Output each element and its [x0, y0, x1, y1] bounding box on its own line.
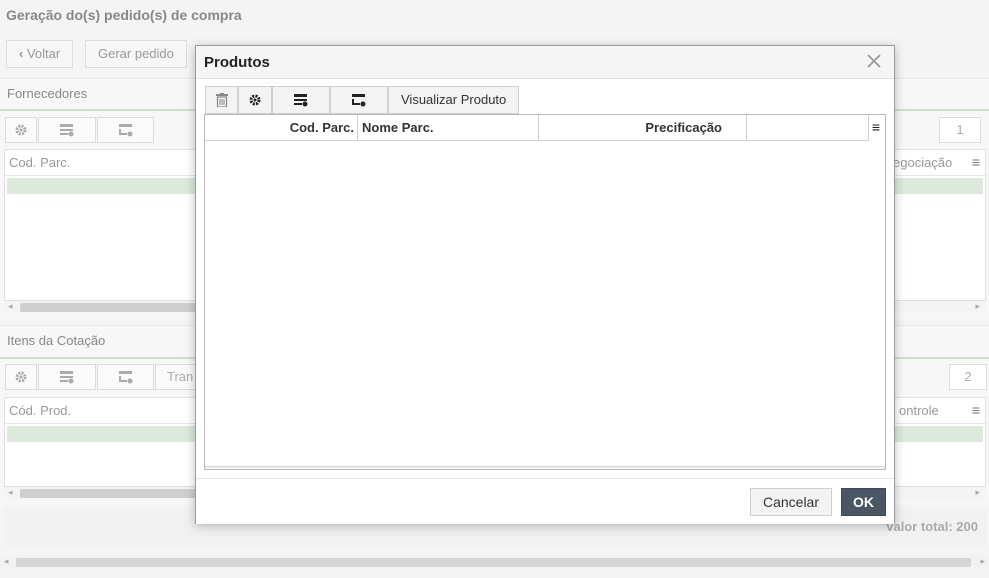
total-value: Valor total: 200	[885, 519, 978, 534]
close-icon	[867, 54, 881, 68]
table-config-icon	[60, 124, 74, 137]
settings-button[interactable]	[238, 86, 272, 114]
close-button[interactable]	[864, 51, 884, 71]
hamburger-menu-icon[interactable]: ≡	[967, 151, 985, 175]
generate-order-button[interactable]: Gerar pedido	[85, 40, 187, 68]
settings-button[interactable]	[5, 364, 37, 390]
table-remove-icon	[118, 371, 132, 384]
back-button-label: Voltar	[26, 46, 61, 61]
suppliers-section-title: Fornecedores	[7, 86, 88, 101]
scroll-left-icon[interactable]: ◂	[8, 301, 13, 312]
delete-button[interactable]	[205, 86, 238, 114]
filter-config-button[interactable]	[97, 364, 154, 390]
table-remove-icon	[118, 124, 132, 137]
dialog-header: Produtos	[196, 46, 894, 79]
view-product-button[interactable]: Visualizar Produto	[388, 86, 520, 114]
products-grid-header: Cod. Parc. Nome Parc. Precificação	[205, 115, 869, 141]
scroll-thumb[interactable]	[16, 558, 971, 567]
page-scrollbar[interactable]: ◂ ▸	[0, 555, 989, 569]
table-remove-icon	[352, 94, 366, 107]
hamburger-menu-icon[interactable]: ≡	[867, 115, 885, 140]
suppliers-page-number[interactable]: 1	[939, 117, 981, 143]
column-config-button[interactable]	[38, 117, 96, 143]
items-page-number[interactable]: 2	[949, 364, 987, 390]
dialog-title: Produtos	[204, 54, 270, 71]
settings-button[interactable]	[5, 117, 37, 143]
col-controle: ontrole	[899, 403, 939, 418]
dialog-footer: Cancelar OK	[196, 478, 894, 524]
gear-icon	[15, 371, 27, 383]
products-dialog: Produtos Visualizar Produto Cod. Parc. N…	[195, 45, 895, 524]
gear-icon	[249, 94, 261, 106]
scroll-right-icon[interactable]: ▸	[975, 487, 980, 498]
grid-footer	[205, 466, 885, 469]
scroll-thumb[interactable]	[20, 303, 200, 312]
col-negociacao: egociação	[893, 155, 953, 170]
column-config-button[interactable]	[272, 86, 330, 114]
filter-config-button[interactable]	[330, 86, 388, 114]
col-cod-prod: Cód. Prod.	[9, 403, 72, 418]
col-nome-parc[interactable]: Nome Parc.	[358, 115, 539, 140]
cancel-button[interactable]: Cancelar	[749, 488, 832, 516]
trash-icon	[215, 93, 228, 107]
filter-config-button[interactable]	[97, 117, 154, 143]
hamburger-menu-icon[interactable]: ≡	[967, 399, 985, 423]
scroll-right-icon[interactable]: ▸	[980, 556, 985, 567]
scroll-left-icon[interactable]: ◂	[8, 487, 13, 498]
table-config-icon	[60, 371, 74, 384]
scroll-left-icon[interactable]: ◂	[4, 556, 9, 567]
col-precificacao[interactable]: Precificação	[539, 115, 747, 140]
ok-button[interactable]: OK	[841, 488, 886, 516]
chevron-left-icon: ‹	[19, 46, 24, 61]
products-grid: Cod. Parc. Nome Parc. Precificação ≡	[204, 114, 886, 470]
gear-icon	[15, 124, 27, 136]
col-cod-parc: Cod. Parc.	[9, 155, 71, 170]
scroll-thumb[interactable]	[20, 489, 200, 498]
scroll-right-icon[interactable]: ▸	[975, 301, 980, 312]
page-title: Geração do(s) pedido(s) de compra	[6, 7, 242, 23]
back-button[interactable]: ‹ Voltar	[6, 40, 74, 68]
items-section-title: Itens da Cotação	[7, 333, 106, 348]
col-empty[interactable]	[747, 115, 869, 140]
col-cod-parc[interactable]: Cod. Parc.	[205, 115, 358, 140]
column-config-button[interactable]	[38, 364, 96, 390]
table-config-icon	[294, 94, 308, 107]
